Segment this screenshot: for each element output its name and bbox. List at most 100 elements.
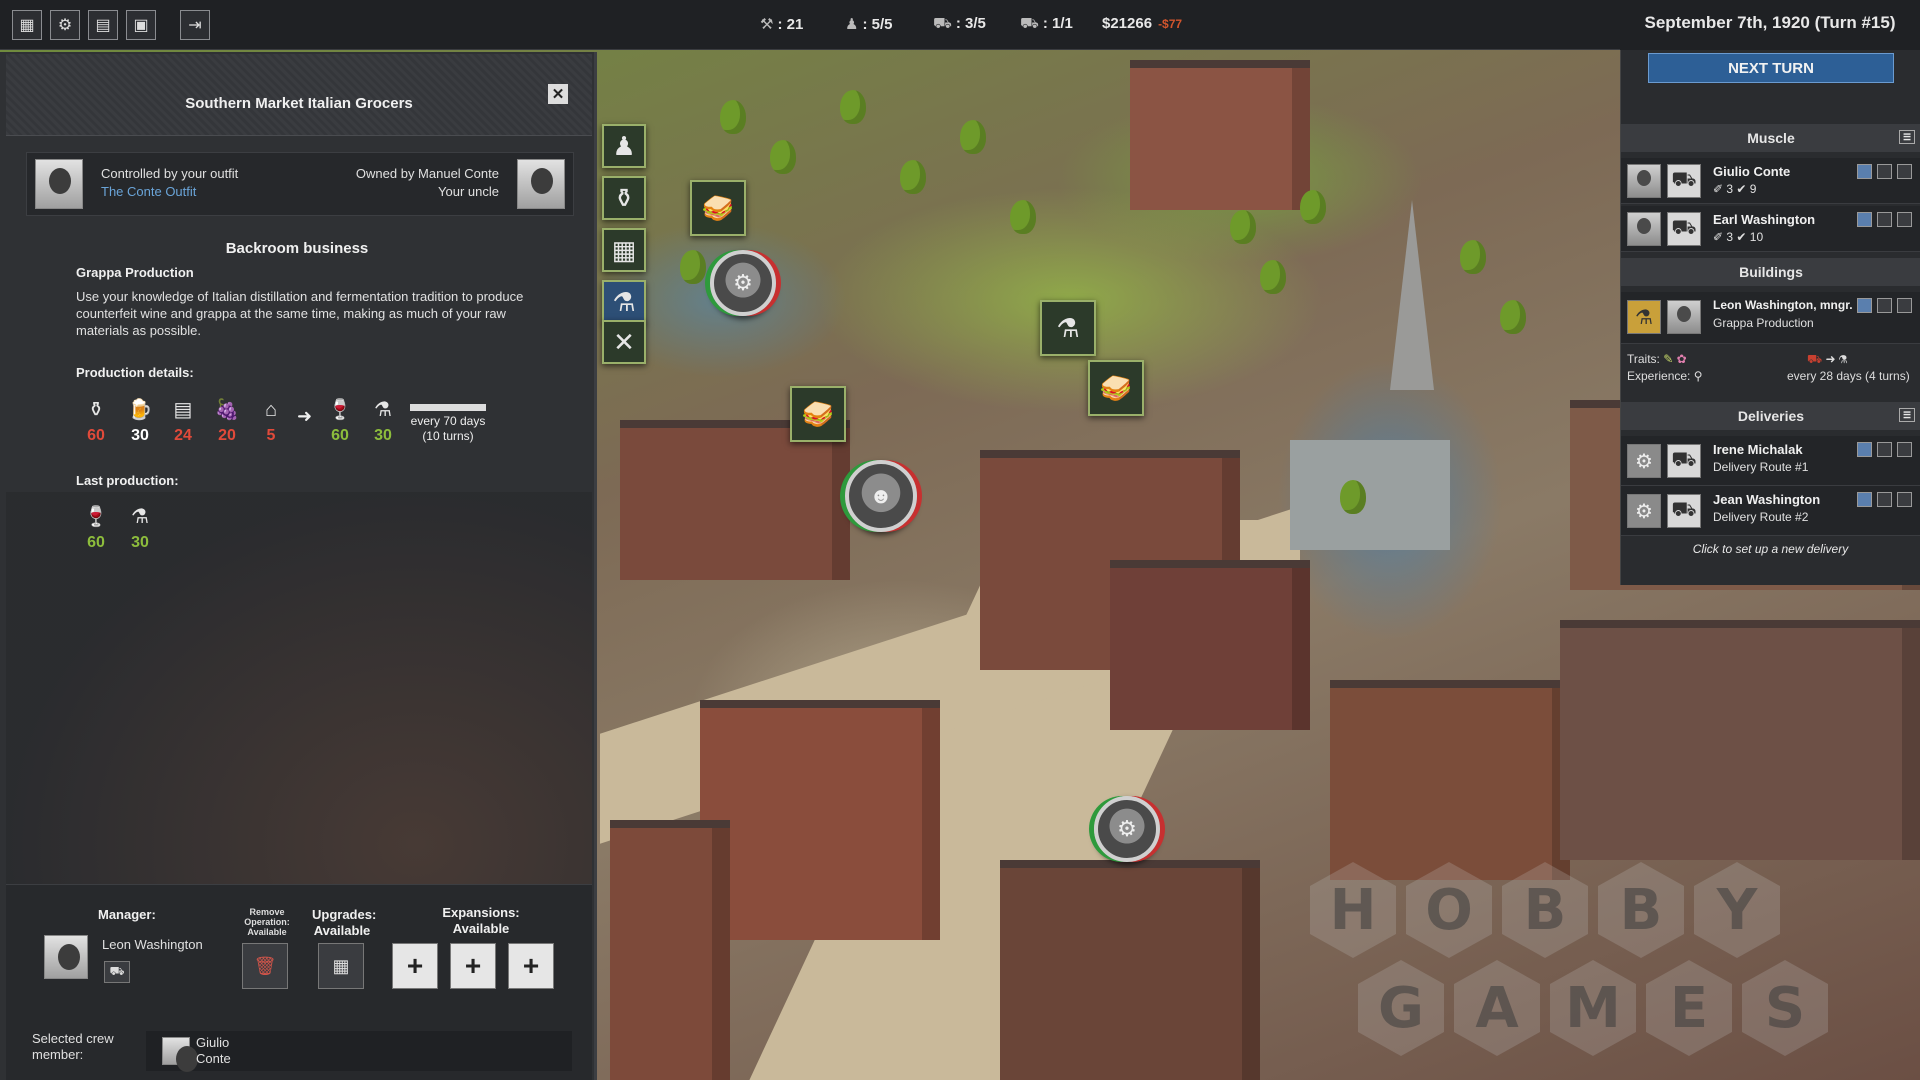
- ledger-icon[interactable]: ▤: [88, 10, 118, 40]
- add-expansion-button[interactable]: +: [392, 943, 438, 989]
- delivery-row[interactable]: ⚙ ⛟ Irene Michalak Delivery Route #1: [1621, 436, 1920, 486]
- map-building-pin[interactable]: 🥪: [690, 180, 746, 236]
- map-building: [1000, 860, 1260, 1080]
- grappa-icon: ⚗: [612, 286, 636, 317]
- production-details-label: Production details:: [76, 365, 194, 380]
- production-progress-bar: [410, 404, 486, 411]
- remove-operation-button[interactable]: 🗑: [242, 943, 288, 989]
- map-tree: [1010, 200, 1036, 234]
- watermark-letter: S: [1742, 960, 1828, 1056]
- map-toolbar-crew-button[interactable]: ♟: [602, 124, 646, 168]
- muscle-row[interactable]: ⛟ Giulio Conte ✐ 3 ✔ 9: [1621, 158, 1920, 204]
- inventory-icon[interactable]: [1897, 492, 1912, 507]
- new-delivery-link[interactable]: Click to set up a new delivery: [1621, 542, 1920, 556]
- add-expansion-button[interactable]: +: [508, 943, 554, 989]
- map-locate-icon[interactable]: [1857, 492, 1872, 507]
- map-filter-icon[interactable]: ▦: [12, 10, 42, 40]
- owner-relation: Your uncle: [438, 184, 499, 199]
- beer-icon: 🍺: [127, 399, 153, 421]
- upgrade-button[interactable]: ▦: [318, 943, 364, 989]
- map-settings-icon[interactable]: ⚙: [50, 10, 80, 40]
- muscle-row[interactable]: ⛟ Earl Washington ✐ 3 ✔ 10: [1621, 206, 1920, 252]
- map-building: [610, 820, 730, 1080]
- map-tree: [840, 90, 866, 124]
- manager-portrait[interactable]: [44, 935, 88, 979]
- inventory-icon[interactable]: [1897, 442, 1912, 457]
- crew-info-icon[interactable]: [1877, 442, 1892, 457]
- map-toolbar-buildings-button[interactable]: ▦: [602, 228, 646, 272]
- outfit-link[interactable]: The Conte Outfit: [101, 184, 196, 199]
- crew-info-icon[interactable]: [1877, 298, 1892, 313]
- map-crew-marker[interactable]: ☻: [845, 460, 917, 532]
- map-building-pin[interactable]: 🥪: [790, 386, 846, 442]
- map-toolbar-store-button[interactable]: ⚱: [602, 176, 646, 220]
- map-locate-icon[interactable]: [1857, 164, 1872, 179]
- church-steeple: [1390, 200, 1434, 390]
- save-icon[interactable]: ▣: [126, 10, 156, 40]
- truck-counter[interactable]: ⛟: 3/5: [933, 15, 986, 34]
- map-building-pin[interactable]: ⚗: [1040, 300, 1096, 356]
- map-crew-marker[interactable]: ⚙: [710, 250, 776, 316]
- heat-icon: ⚒: [760, 16, 774, 33]
- inventory-icon[interactable]: [1897, 212, 1912, 227]
- gear-icon: ⚙: [1627, 494, 1661, 528]
- muscle-header: Muscle ☰: [1621, 124, 1920, 152]
- heat-counter[interactable]: ⚒: 21: [760, 15, 803, 33]
- wine-icon: 🍷: [83, 506, 109, 528]
- next-turn-button[interactable]: NEXT TURN: [1648, 53, 1894, 83]
- selected-crew-bar[interactable]: Giulio Conte: [146, 1031, 572, 1072]
- delivery-row[interactable]: ⚙ ⛟ Jean Washington Delivery Route #2: [1621, 486, 1920, 536]
- map-toolbar-close-button[interactable]: ✕: [602, 320, 646, 364]
- remove-operation-label: Remove Operation: Available: [244, 907, 290, 937]
- crew-info-icon[interactable]: [1877, 212, 1892, 227]
- car-counter[interactable]: ⛟: 1/1: [1020, 15, 1073, 34]
- ownership-box: Controlled by your outfit The Conte Outf…: [26, 152, 574, 216]
- crew-counter[interactable]: ♟: 5/5: [845, 15, 892, 33]
- building-icon: ▦: [611, 234, 637, 265]
- input-amount: 5: [266, 427, 276, 444]
- building-panel: Southern Market Italian Grocers ✕ Contro…: [0, 52, 597, 1080]
- change-manager-button[interactable]: ⛟: [104, 961, 130, 983]
- owner-portrait[interactable]: [517, 159, 565, 209]
- map-tree: [1230, 210, 1256, 244]
- watermark-letter: E: [1646, 960, 1732, 1056]
- money-counter[interactable]: $21266 -$77: [1102, 15, 1182, 32]
- owned-by-label: Owned by Manuel Conte: [355, 166, 499, 181]
- map-locate-icon[interactable]: [1857, 298, 1872, 313]
- watermark-letter: H: [1310, 862, 1396, 958]
- crew-info-icon[interactable]: [1877, 164, 1892, 179]
- map-tree: [900, 160, 926, 194]
- gear-icon: ⚙: [733, 270, 753, 295]
- building-row[interactable]: ⚗ Leon Washington, mngr. Grappa Producti…: [1621, 292, 1920, 344]
- controlled-by-label: Controlled by your outfit: [101, 166, 239, 181]
- heat-value: : 21: [777, 16, 804, 33]
- upgrades-label: Upgrades:: [312, 907, 377, 922]
- exit-icon[interactable]: ⇥: [180, 10, 210, 40]
- grappa-icon: ⚗: [1627, 300, 1661, 334]
- crew-info-icon[interactable]: [1877, 492, 1892, 507]
- crew-value: : 5/5: [862, 16, 893, 33]
- operation-title: Grappa Production: [76, 265, 194, 280]
- map-building-pin[interactable]: 🥪: [1088, 360, 1144, 416]
- map-tree: [1260, 260, 1286, 294]
- close-button[interactable]: ✕: [548, 84, 568, 104]
- map-roof: [1290, 440, 1450, 550]
- map-tree: [770, 140, 796, 174]
- input-item: ⚱ 60: [76, 397, 116, 445]
- building-manager: Leon Washington, mngr.: [1713, 298, 1853, 312]
- add-expansion-button[interactable]: +: [450, 943, 496, 989]
- inventory-icon[interactable]: [1897, 164, 1912, 179]
- last-output-item: 🍷 60: [76, 504, 116, 552]
- boss-portrait: [35, 159, 83, 209]
- map-toolbar-grappa-button[interactable]: ⚗: [602, 280, 646, 324]
- manager-label: Manager:: [98, 907, 156, 922]
- map-locate-icon[interactable]: [1857, 442, 1872, 457]
- map-locate-icon[interactable]: [1857, 212, 1872, 227]
- car-value: : 1/1: [1042, 15, 1073, 32]
- inventory-icon[interactable]: [1897, 298, 1912, 313]
- collapse-icon[interactable]: ☰: [1899, 408, 1915, 422]
- grapes-icon: 🍇: [214, 399, 240, 421]
- map-crew-marker[interactable]: ⚙: [1094, 796, 1160, 862]
- watermark-letter: B: [1598, 862, 1684, 958]
- collapse-icon[interactable]: ☰: [1899, 130, 1915, 144]
